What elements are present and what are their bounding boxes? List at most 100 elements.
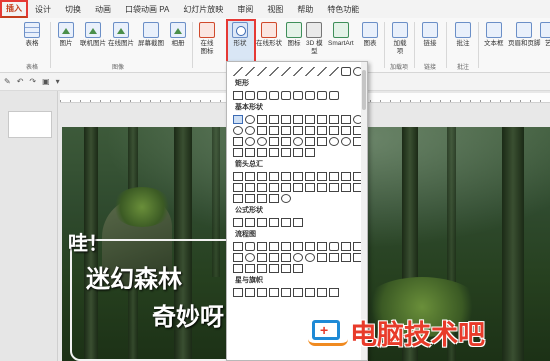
undo-icon[interactable]: ↶: [17, 77, 24, 86]
hexagon-shape[interactable]: [328, 114, 339, 124]
line-shape[interactable]: [280, 66, 291, 76]
start-slideshow-icon[interactable]: ▣: [42, 77, 50, 86]
minus-shape[interactable]: [244, 217, 255, 227]
star-4-shape[interactable]: [256, 287, 267, 297]
sequential-storage-shape[interactable]: [256, 263, 267, 273]
punched-tape-shape[interactable]: [280, 252, 291, 262]
predefined-process-shape[interactable]: [280, 241, 291, 251]
pictures-button[interactable]: 图片: [58, 22, 74, 48]
round-rectangle-shape[interactable]: [316, 90, 327, 100]
smiley-face-shape[interactable]: [292, 136, 303, 146]
multiply-shape[interactable]: [256, 217, 267, 227]
chord-shape[interactable]: [244, 125, 255, 135]
notched-right-arrow-shape[interactable]: [304, 182, 315, 192]
left-right-arrow-callout-shape[interactable]: [256, 193, 267, 203]
3d-models-button[interactable]: 3D 模 型: [306, 22, 323, 56]
left-bracket-shape[interactable]: [268, 147, 279, 157]
left-arrow-shape[interactable]: [244, 171, 255, 181]
card-shape[interactable]: [268, 252, 279, 262]
arc-shape[interactable]: [232, 147, 243, 157]
sort-shape[interactable]: [328, 252, 339, 262]
up-arrow-callout-shape[interactable]: [244, 193, 255, 203]
pentagon-arrow-shape[interactable]: [316, 182, 327, 192]
snip-rectangle-shape[interactable]: [280, 90, 291, 100]
sun-shape[interactable]: [328, 136, 339, 146]
plus-shape[interactable]: [232, 217, 243, 227]
curved-left-arrow-shape[interactable]: [256, 182, 267, 192]
line-shape[interactable]: [232, 66, 243, 76]
rounded-rectangle-shape[interactable]: [244, 90, 255, 100]
curved-up-arrow-shape[interactable]: [268, 182, 279, 192]
direct-access-storage-shape[interactable]: [280, 263, 291, 273]
header-footer-button[interactable]: 页眉和页脚: [508, 22, 541, 48]
heptagon-shape[interactable]: [340, 114, 351, 124]
table-button[interactable]: 表格: [24, 22, 40, 48]
slide-thumbnail-pane[interactable]: [0, 91, 58, 361]
tab-help[interactable]: 帮助: [290, 2, 320, 18]
collate-shape[interactable]: [316, 252, 327, 262]
bracket-pair-shape[interactable]: [244, 147, 255, 157]
or-shape[interactable]: [304, 252, 315, 262]
multidocument-shape[interactable]: [316, 241, 327, 251]
pie-shape[interactable]: [232, 125, 243, 135]
connector-shape[interactable]: [244, 252, 255, 262]
lightning-bolt-shape[interactable]: [316, 136, 327, 146]
right-brace-shape[interactable]: [304, 147, 315, 157]
alternate-process-shape[interactable]: [244, 241, 255, 251]
chevron-shape[interactable]: [328, 182, 339, 192]
u-turn-arrow-shape[interactable]: [340, 171, 351, 181]
comment-button[interactable]: 批注: [455, 22, 471, 48]
circular-arrow-shape[interactable]: [280, 193, 291, 203]
icons-button[interactable]: 图标: [286, 22, 302, 48]
left-right-up-arrow-shape[interactable]: [316, 171, 327, 181]
explosion-2-shape[interactable]: [244, 287, 255, 297]
block-arc-shape[interactable]: [268, 136, 279, 146]
redo-icon[interactable]: ↷: [29, 77, 36, 86]
delay-shape[interactable]: [244, 263, 255, 273]
right-triangle-shape[interactable]: [268, 114, 279, 124]
not-equal-shape[interactable]: [292, 217, 303, 227]
tab-insert[interactable]: 插入: [0, 0, 28, 18]
slide-thumbnail[interactable]: [8, 111, 52, 138]
left-brace-shape[interactable]: [292, 147, 303, 157]
oval-shape[interactable]: [244, 114, 255, 124]
half-frame-shape[interactable]: [280, 125, 291, 135]
online-pictures-button[interactable]: 联机图片: [80, 22, 106, 48]
up-arrow-shape[interactable]: [256, 171, 267, 181]
offpage-connector-shape[interactable]: [256, 252, 267, 262]
moon-shape[interactable]: [340, 136, 351, 146]
tab-animations[interactable]: 动画: [88, 2, 118, 18]
down-arrow-shape[interactable]: [268, 171, 279, 181]
screenshot-button[interactable]: 屏幕截图: [138, 22, 164, 48]
right-arrow-shape[interactable]: [232, 171, 243, 181]
tab-slideshow[interactable]: 幻灯片放映: [176, 2, 230, 18]
triangle-shape[interactable]: [256, 114, 267, 124]
brace-pair-shape[interactable]: [256, 147, 267, 157]
left-arrow-callout-shape[interactable]: [232, 193, 243, 203]
curved-down-arrow-shape[interactable]: [280, 182, 291, 192]
snip-rectangle-shape[interactable]: [256, 90, 267, 100]
explosion-shape[interactable]: [232, 287, 243, 297]
wordart-button[interactable]: 艺: [540, 22, 550, 48]
division-shape[interactable]: [268, 217, 279, 227]
snip-rectangle-shape[interactable]: [268, 90, 279, 100]
teardrop-shape[interactable]: [256, 125, 267, 135]
quad-arrow-shape[interactable]: [304, 171, 315, 181]
trapezoid-shape[interactable]: [292, 114, 303, 124]
online-pictures-2-button[interactable]: 在线图片: [108, 22, 134, 48]
tab-transitions[interactable]: 切换: [58, 2, 88, 18]
textbox-button[interactable]: 文本框: [484, 22, 504, 48]
star-8-shape[interactable]: [304, 287, 315, 297]
plaque-shape[interactable]: [328, 125, 339, 135]
internal-storage-shape[interactable]: [292, 241, 303, 251]
heart-shape[interactable]: [304, 136, 315, 146]
star-7-shape[interactable]: [292, 287, 303, 297]
star-12-shape[interactable]: [328, 287, 339, 297]
curved-right-arrow-shape[interactable]: [244, 182, 255, 192]
summing-junction-shape[interactable]: [292, 252, 303, 262]
donut-shape[interactable]: [244, 136, 255, 146]
bent-arrow-shape[interactable]: [328, 171, 339, 181]
online-icons-button[interactable]: 在线 图标: [199, 22, 215, 56]
chart-button[interactable]: 图表: [362, 22, 378, 48]
decision-shape[interactable]: [256, 241, 267, 251]
